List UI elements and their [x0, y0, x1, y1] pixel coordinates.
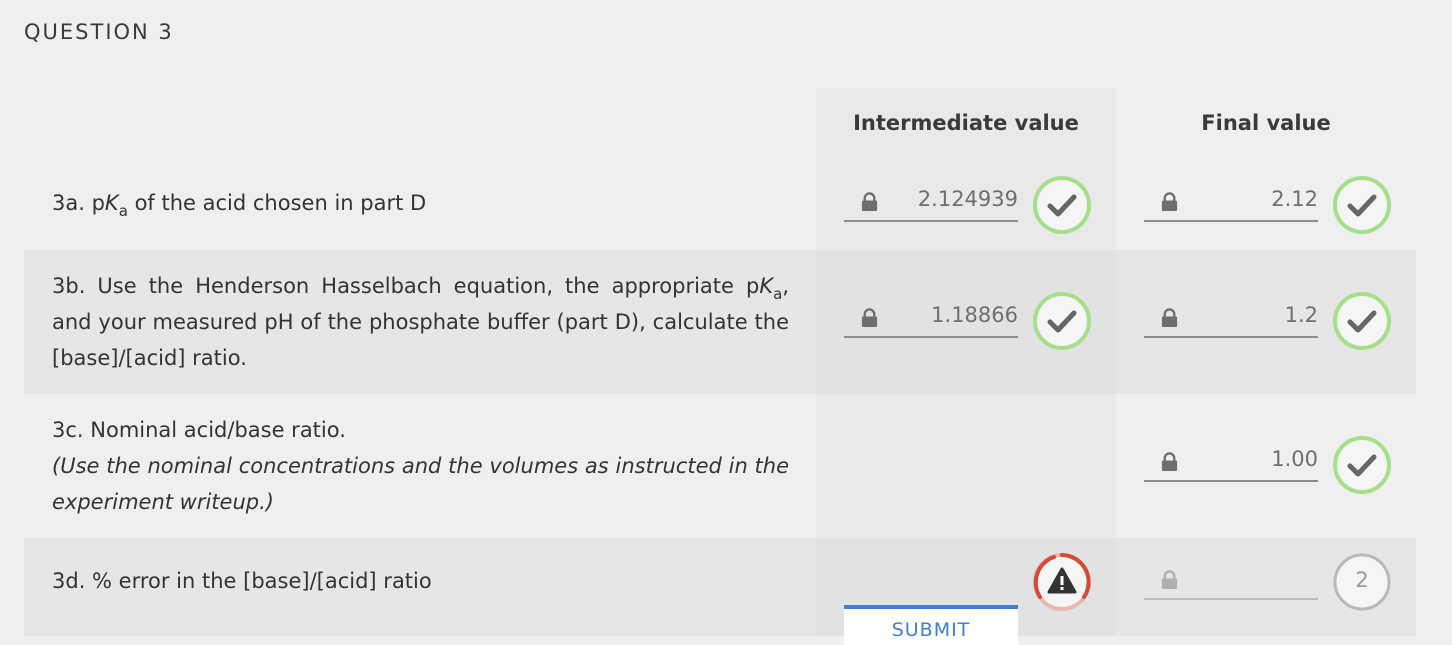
row-3a-label: 3a. pKa of the acid chosen in part D — [52, 191, 427, 220]
final-value-3a: 2.12 — [1271, 187, 1318, 211]
intermediate-value-3b: 1.18866 — [931, 303, 1018, 327]
question-row-3c: 3c. Nominal acid/base ratio. (Use the no… — [24, 394, 1416, 538]
submit-button[interactable]: SUBMIT — [844, 605, 1018, 645]
check-icon — [1033, 176, 1091, 234]
attempts-remaining-badge: 2 — [1332, 552, 1392, 612]
final-answer-field-3a[interactable]: 2.12 — [1144, 182, 1318, 222]
lock-icon — [1161, 192, 1178, 211]
question-row-3d: 3d. % error in the [base]/[acid] ratio 2 — [24, 538, 1416, 636]
check-icon — [1333, 176, 1391, 234]
attempts-count: 2 — [1355, 568, 1369, 592]
lock-icon — [1161, 308, 1178, 327]
warning-icon — [1033, 553, 1091, 611]
question-table: Intermediate value Final value 3a. pKa o… — [24, 88, 1416, 636]
final-value-3c: 1.00 — [1271, 447, 1318, 471]
question-title: QUESTION 3 — [24, 20, 174, 44]
lock-icon — [861, 308, 878, 327]
final-answer-field-3d[interactable] — [1144, 560, 1318, 600]
row-3b-label: 3b. Use the Henderson Hasselbach equatio… — [52, 274, 789, 370]
final-answer-field-3b[interactable]: 1.2 — [1144, 298, 1318, 338]
intermediate-answer-field-3a[interactable]: 2.124939 — [844, 182, 1018, 222]
row-3c-note: (Use the nominal concentrations and the … — [52, 454, 789, 514]
lock-icon — [861, 192, 878, 211]
final-value-header: Final value — [1201, 111, 1331, 135]
row-3d-label: 3d. % error in the [base]/[acid] ratio — [52, 569, 432, 593]
check-icon — [1033, 292, 1091, 350]
intermediate-value-header: Intermediate value — [853, 111, 1079, 135]
row-3c-label: 3c. Nominal acid/base ratio. (Use the no… — [52, 412, 789, 520]
final-value-3b: 1.2 — [1284, 303, 1318, 327]
lock-icon — [1161, 452, 1178, 471]
intermediate-value-3a: 2.124939 — [917, 187, 1018, 211]
intermediate-answer-field-3b[interactable]: 1.18866 — [844, 298, 1018, 338]
question-row-3a: 3a. pKa of the acid chosen in part D 2.1… — [24, 160, 1416, 250]
check-icon — [1333, 436, 1391, 494]
check-icon — [1333, 292, 1391, 350]
question-row-3b: 3b. Use the Henderson Hasselbach equatio… — [24, 250, 1416, 394]
final-answer-field-3c[interactable]: 1.00 — [1144, 442, 1318, 482]
lock-icon — [1161, 570, 1178, 589]
